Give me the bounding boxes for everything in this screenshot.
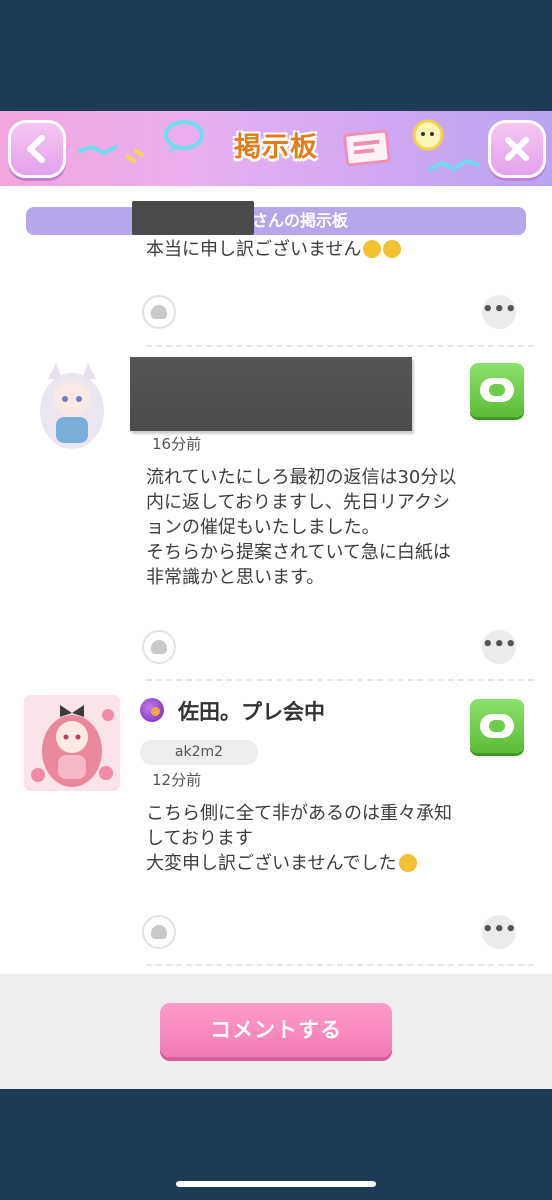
reaction-icon [480, 714, 514, 738]
avatar[interactable] [24, 695, 120, 791]
message-line: こちら側に全て非があるのは重々承知 [146, 803, 452, 824]
reaction-icon [480, 378, 514, 402]
post-message: 流れていたにしろ最初の返信は30分以 内に返しておりますし、先日リアクシ ョンの… [146, 465, 456, 590]
avatar-image [24, 359, 120, 455]
close-icon [505, 137, 529, 161]
header: 掲示板 [0, 111, 552, 186]
reaction-button[interactable] [470, 363, 524, 417]
speech-bubble-icon [164, 120, 204, 153]
emoji-icon [383, 240, 402, 258]
more-dots-icon: ••• [482, 919, 517, 940]
note-icon [343, 129, 391, 167]
reaction-button[interactable] [470, 699, 524, 753]
board-title-bar: さんの掲示板 [26, 201, 526, 235]
back-icon [27, 135, 45, 163]
message-line: 内に返しておりますし、先日リアクシ [146, 492, 451, 513]
avatar-image [24, 695, 120, 791]
ghost-reaction-button[interactable] [142, 630, 176, 664]
message-line: 非常識かと思います。 [146, 567, 325, 588]
avatar[interactable] [24, 359, 120, 455]
ghost-reaction-button[interactable] [142, 295, 176, 329]
emoji-icon [363, 240, 382, 258]
user-name: 佐田。プレ会中 [178, 700, 325, 724]
post-time: 16分前 [152, 435, 202, 453]
more-dots-icon: ••• [482, 299, 517, 320]
user-badge-icon [140, 698, 164, 722]
message-line: ョンの催促もいたしました。 [146, 517, 380, 538]
post-divider [146, 679, 534, 681]
post-time: 12分前 [152, 771, 202, 789]
post-divider [146, 345, 534, 347]
message-line: 大変申し訳ございませんでした [146, 853, 397, 874]
decoration-squiggle-icon [78, 144, 144, 163]
emoji-icon [398, 854, 417, 872]
more-dots-icon: ••• [482, 634, 517, 655]
post-message: こちら側に全て非があるのは重々承知 しております 大変申し訳ございませんでした [146, 801, 452, 876]
post-message: 本当に申し訳ございません [146, 237, 402, 262]
title-container: 掲示板 [216, 125, 336, 169]
board-title-suffix: さんの掲示板 [252, 211, 349, 230]
more-options-button[interactable]: ••• [482, 915, 517, 949]
more-options-button[interactable]: ••• [482, 630, 517, 664]
ghost-reaction-icon [151, 925, 167, 939]
ghost-reaction-icon [151, 305, 167, 319]
message-line: 流れていたにしろ最初の返信は30分以 [146, 467, 457, 488]
board-screen: 掲示板 さんの掲示板 本当に申し訳ございません ••• 16分前 流れていたにし… [0, 111, 552, 1089]
redacted-owner-name [132, 201, 254, 235]
decoration-face-icon [412, 119, 480, 172]
close-button[interactable] [488, 120, 546, 178]
footer: コメントする [0, 974, 552, 1089]
message-line: 本当に申し訳ございません [146, 239, 362, 260]
back-button[interactable] [8, 120, 66, 178]
comment-button[interactable]: コメントする [160, 1003, 392, 1057]
message-line: しております [146, 828, 253, 849]
status-bar-area [0, 0, 552, 111]
redacted-user-name [130, 357, 412, 431]
user-id-badge: ak2m2 [140, 740, 258, 765]
ghost-reaction-button[interactable] [142, 915, 176, 949]
message-line: そちらから提案されていて急に白紙は [146, 542, 451, 563]
post-divider [146, 964, 534, 966]
ghost-reaction-icon [151, 640, 167, 654]
page-title: 掲示板 [234, 132, 318, 163]
more-options-button[interactable]: ••• [482, 295, 517, 329]
home-indicator[interactable] [176, 1181, 376, 1187]
